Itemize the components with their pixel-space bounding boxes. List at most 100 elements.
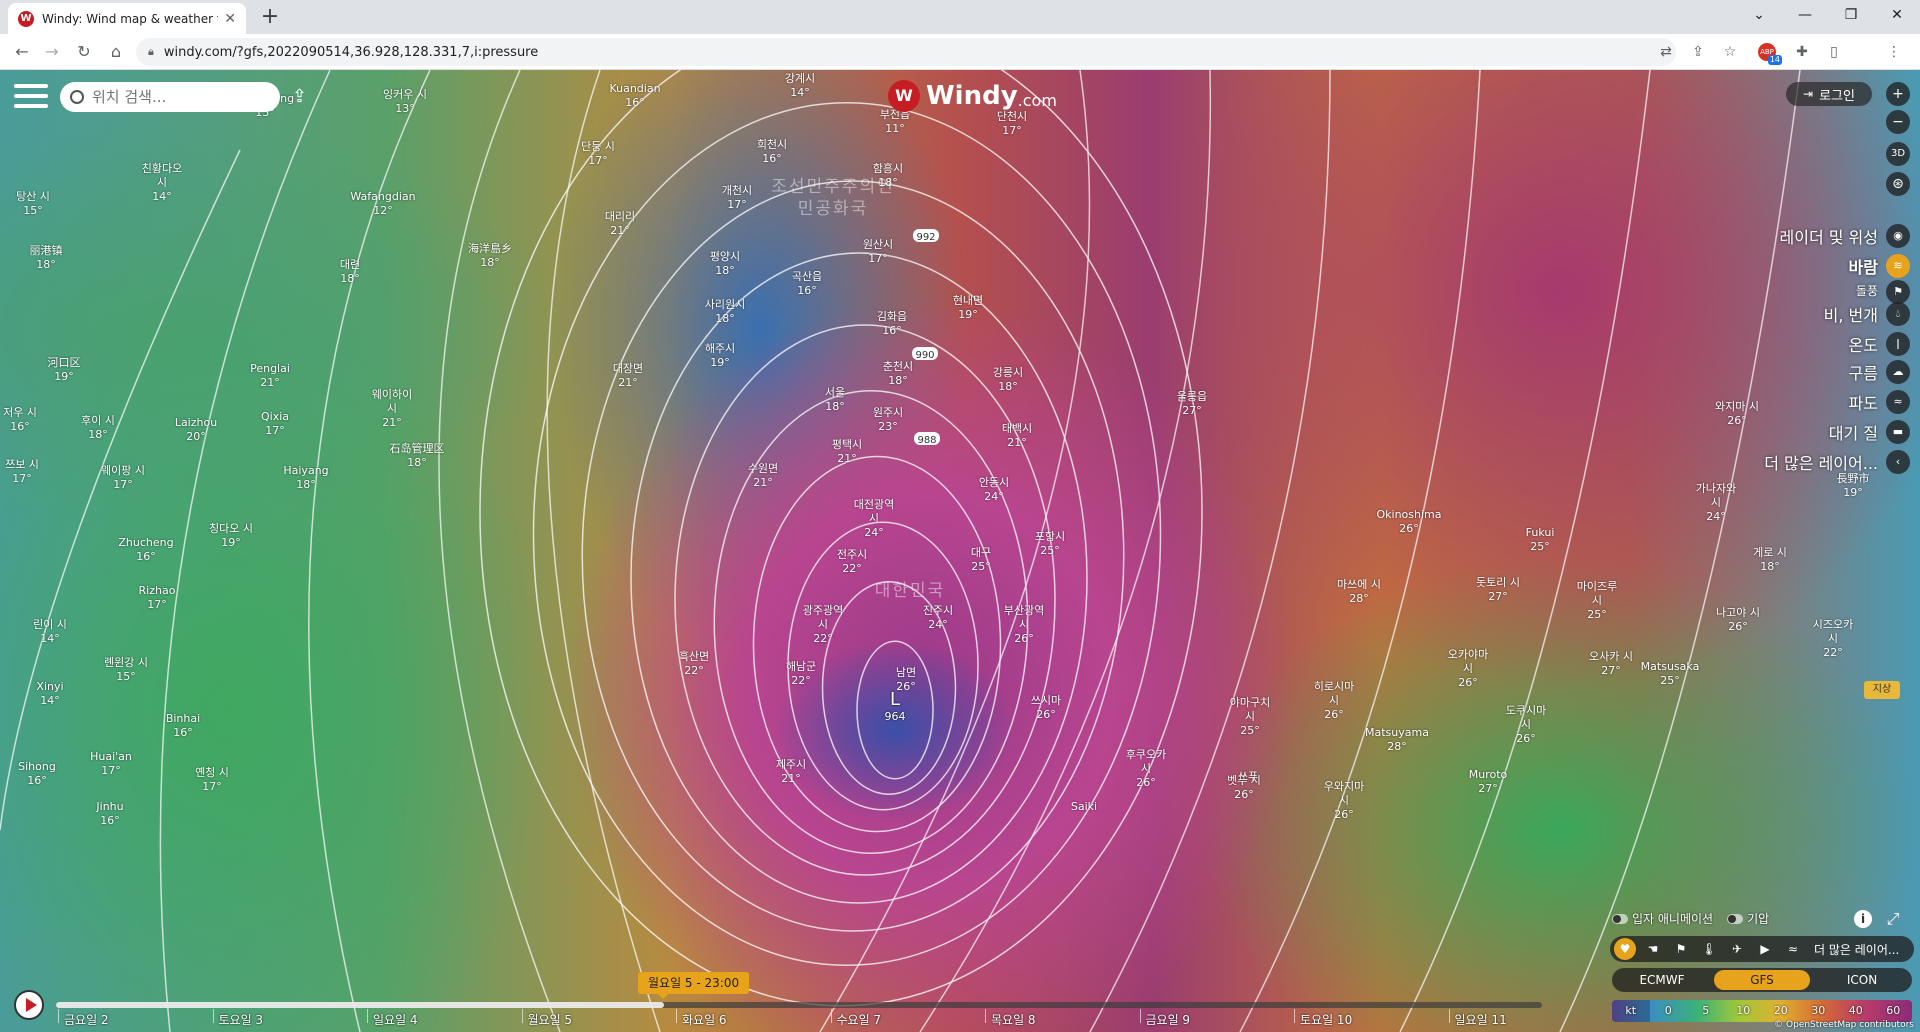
- bookmark-star-icon[interactable]: ☆: [1720, 42, 1740, 62]
- favorites-heart-icon[interactable]: ♥: [1614, 938, 1636, 960]
- city-label[interactable]: 나고야 시 26°: [1716, 606, 1760, 634]
- flag-icon[interactable]: ⚑: [1670, 938, 1692, 960]
- city-label[interactable]: Zhucheng 16°: [118, 536, 173, 564]
- maximize-button[interactable]: ❐: [1828, 0, 1874, 30]
- radar-icon[interactable]: ◉: [1886, 224, 1910, 248]
- city-label[interactable]: 탕산 시 15°: [16, 190, 50, 218]
- altitude-ground-label[interactable]: 지상: [1864, 681, 1900, 699]
- weather-map[interactable]: 992990988 Xingcheng 13°잉커우 시 13°Kuandian…: [0, 70, 1920, 1032]
- chevron-left-icon[interactable]: ‹: [1886, 450, 1910, 474]
- login-button[interactable]: ⇥ 로그인: [1786, 82, 1872, 106]
- city-label[interactable]: 丽港镇 18°: [30, 244, 63, 272]
- city-label[interactable]: 오사카 시 27°: [1589, 650, 1633, 678]
- city-label[interactable]: 후쿠오카 시 26°: [1126, 748, 1166, 790]
- city-label[interactable]: 제주시 21°: [776, 758, 806, 786]
- city-label[interactable]: 게로 시 18°: [1753, 546, 1787, 574]
- city-label[interactable]: 웨이하이 시 21°: [372, 388, 412, 430]
- particles-toggle[interactable]: [1612, 913, 1628, 924]
- airplane-icon[interactable]: ✈: [1726, 938, 1748, 960]
- timeline-day[interactable]: 목요일 8: [985, 1009, 1036, 1028]
- thermometer-icon[interactable]: 🌡︎: [1698, 938, 1720, 960]
- city-label[interactable]: Huai'an 17°: [90, 750, 132, 778]
- timeline-day[interactable]: 토요일 3: [212, 1009, 263, 1028]
- city-label[interactable]: 쓰시마 26°: [1031, 694, 1061, 722]
- layer-item-label[interactable]: 온도: [1849, 332, 1878, 356]
- layer-item-label[interactable]: 구름: [1849, 360, 1878, 384]
- city-label[interactable]: 대리리 21°: [605, 210, 635, 238]
- city-label[interactable]: 웨이팡 시 17°: [101, 464, 145, 492]
- low-pressure-center[interactable]: L 964: [885, 690, 906, 724]
- city-label[interactable]: 長野市 19°: [1837, 472, 1870, 500]
- city-label[interactable]: 대구 25°: [971, 546, 991, 574]
- city-label[interactable]: Muroto 27°: [1469, 768, 1508, 796]
- city-label[interactable]: 야마구치 시 25°: [1230, 696, 1270, 738]
- timeline-day[interactable]: 월요일 5: [521, 1009, 572, 1028]
- city-label[interactable]: 흑산면 22°: [679, 650, 709, 678]
- city-label[interactable]: 石岛管理区 18°: [390, 442, 445, 470]
- minimize-button[interactable]: —: [1782, 0, 1828, 30]
- share-icon[interactable]: ⇪: [1688, 42, 1708, 62]
- city-label[interactable]: 와지마 시 26°: [1715, 400, 1759, 428]
- city-label[interactable]: 대전광역 시 24°: [854, 498, 894, 540]
- share-map-icon[interactable]: ⇪: [292, 86, 316, 108]
- url-field[interactable]: 🔒︎ windy.com/?gfs,2022090514,36.928,128.…: [136, 38, 1676, 66]
- new-tab-button[interactable]: +: [258, 5, 282, 29]
- city-label[interactable]: 단천시 17°: [997, 110, 1027, 138]
- city-label[interactable]: 도쿠시마 시 26°: [1506, 704, 1546, 746]
- timeline-day[interactable]: 일요일 11: [1448, 1009, 1507, 1028]
- city-label[interactable]: 태백시 21°: [1002, 422, 1032, 450]
- city-label[interactable]: 강릉시 18°: [993, 366, 1023, 394]
- timeline-day[interactable]: 금요일 2: [58, 1009, 109, 1028]
- hand-icon[interactable]: ☚: [1642, 938, 1664, 960]
- city-label[interactable]: 우와지마 시 26°: [1324, 780, 1364, 822]
- timeline-day[interactable]: 화요일 6: [676, 1009, 727, 1028]
- close-window-button[interactable]: ✕: [1874, 0, 1920, 30]
- main-menu-icon[interactable]: [14, 84, 50, 112]
- city-label[interactable]: 河口区 19°: [48, 356, 81, 384]
- city-label[interactable]: 강계시 14°: [785, 72, 815, 100]
- more-layers-link[interactable]: 더 많은 레이어...: [1814, 941, 1899, 958]
- location-search[interactable]: [60, 82, 280, 112]
- city-label[interactable]: 히로시마 시 26°: [1314, 680, 1354, 722]
- zoom-in-button[interactable]: +: [1886, 82, 1910, 106]
- city-label[interactable]: 시즈오카 시 22°: [1813, 618, 1853, 660]
- layer-item-label[interactable]: 대기 질: [1829, 420, 1878, 444]
- model-option-icon[interactable]: ICON: [1814, 970, 1910, 990]
- forward-icon[interactable]: →: [40, 40, 64, 64]
- city-label[interactable]: 부산광역 시 26°: [1004, 604, 1044, 646]
- city-label[interactable]: 대련 18°: [340, 258, 360, 286]
- city-label[interactable]: 포항시 25°: [1035, 530, 1065, 558]
- city-label[interactable]: 대장면 21°: [613, 362, 643, 390]
- timeline-day[interactable]: 금요일 9: [1139, 1009, 1190, 1028]
- city-label[interactable]: 개천시 17°: [722, 184, 752, 212]
- city-label[interactable]: 저우 시 16°: [3, 406, 37, 434]
- car-icon[interactable]: ▬: [1886, 420, 1910, 444]
- waves-icon[interactable]: ≈: [1886, 390, 1910, 414]
- city-label[interactable]: Fukui 25°: [1526, 526, 1555, 554]
- thermometer-icon[interactable]: ǀ: [1886, 332, 1910, 356]
- city-label[interactable]: Sihong 16°: [18, 760, 56, 788]
- layer-item-label[interactable]: 레이더 및 위성: [1780, 224, 1879, 248]
- layer-item-label[interactable]: 더 많은 레이어...: [1764, 450, 1878, 474]
- city-label[interactable]: 친황다오 시 14°: [142, 162, 182, 204]
- timeline-day[interactable]: 토요일 10: [1293, 1009, 1352, 1028]
- extensions-puzzle-icon[interactable]: ✚: [1792, 42, 1812, 62]
- city-label[interactable]: Okinoshima 26°: [1376, 508, 1441, 536]
- city-label[interactable]: 후이 시 18°: [81, 414, 115, 442]
- city-label[interactable]: 오카야마 시 26°: [1448, 648, 1488, 690]
- city-label[interactable]: 가나자와 시 24°: [1696, 482, 1736, 524]
- fullscreen-icon[interactable]: ⤢: [1884, 910, 1902, 928]
- city-label[interactable]: Saiki: [1071, 800, 1097, 814]
- city-label[interactable]: 김화읍 16°: [877, 310, 907, 338]
- home-icon[interactable]: ⌂: [104, 40, 128, 64]
- city-label[interactable]: 롄윈강 시 15°: [104, 656, 148, 684]
- city-label[interactable]: 쓰푸: [1238, 770, 1258, 784]
- hurricane-icon[interactable]: ⊛: [1886, 172, 1910, 196]
- city-label[interactable]: Binhai 16°: [166, 712, 200, 740]
- reload-icon[interactable]: ↻: [72, 40, 96, 64]
- city-label[interactable]: 곡산읍 16°: [792, 270, 822, 298]
- city-label[interactable]: 마쓰에 시 28°: [1337, 578, 1381, 606]
- city-label[interactable]: Kuandian 16°: [609, 82, 660, 110]
- layer-item-label[interactable]: 파도: [1849, 390, 1878, 414]
- timeline-day[interactable]: 일요일 4: [367, 1009, 418, 1028]
